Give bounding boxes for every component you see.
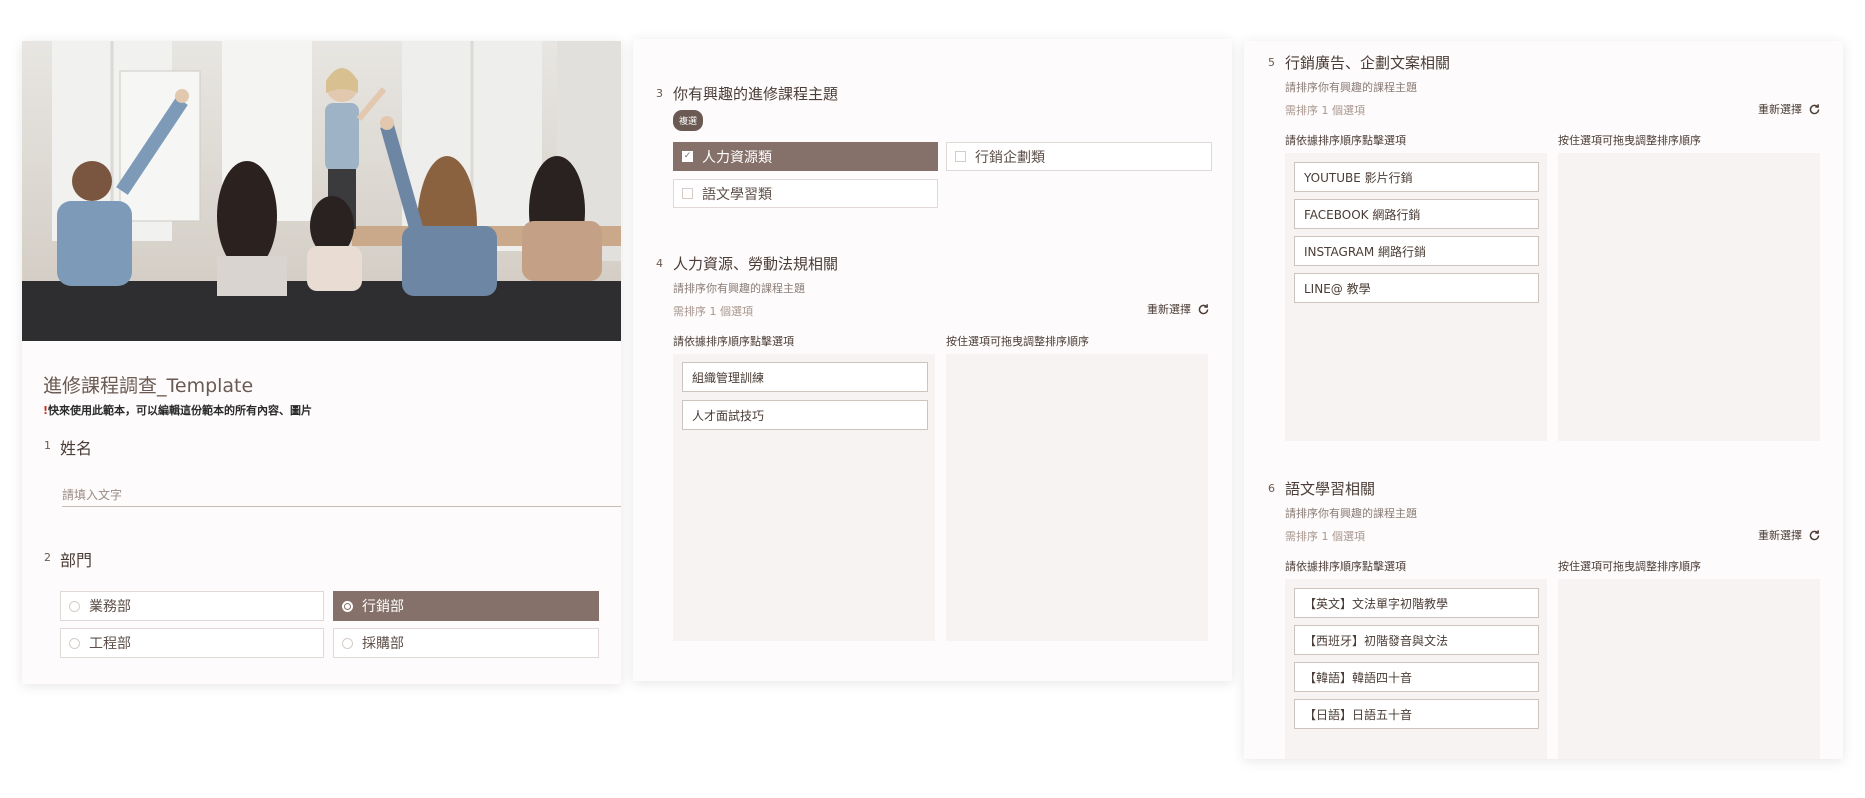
reset-button[interactable]: 重新選擇 [1758, 527, 1821, 543]
questions-card-2: 3 你有興趣的進修課程主題 複選 ✓ 人力資源類 行銷企劃類 語文學習類 4 人力… [633, 39, 1232, 681]
question-number: 6 [1268, 482, 1275, 495]
refresh-icon [1809, 529, 1820, 540]
rank-requirement-hint: 需排序 1 個選項 [673, 305, 753, 318]
radio-option-sales[interactable]: 業務部 [60, 591, 324, 621]
question-number: 1 [44, 439, 51, 452]
reset-label: 重新選擇 [1758, 529, 1802, 542]
rank-option[interactable]: 【英文】文法單字初階教學 [1294, 588, 1539, 618]
rank-option[interactable]: YOUTUBE 影片行銷 [1294, 162, 1539, 192]
radio-icon [342, 637, 353, 649]
reset-button[interactable]: 重新選擇 [1758, 101, 1821, 117]
question-number: 2 [44, 551, 51, 564]
rank-target-pool[interactable] [1558, 579, 1820, 759]
rank-option[interactable]: FACEBOOK 網路行銷 [1294, 199, 1539, 229]
form-header-card: 進修課程調查_Template !快來使用此範本，可以編輯這份範本的所有內容、圖… [22, 41, 621, 684]
rank-option[interactable]: LINE@ 教學 [1294, 273, 1539, 303]
rank-option[interactable]: 【韓語】韓語四十音 [1294, 662, 1539, 692]
refresh-icon [1809, 103, 1820, 114]
rank-source-pool [673, 354, 935, 641]
checkbox-icon [955, 151, 966, 162]
option-label: 行銷企劃類 [975, 149, 1045, 166]
radio-option-marketing[interactable]: 行銷部 [333, 591, 599, 621]
refresh-icon [1198, 303, 1209, 314]
form-title: 進修課程調查_Template [43, 375, 254, 397]
question-label-name: 姓名 [60, 439, 93, 458]
option-label: 行銷部 [362, 599, 404, 615]
rank-target-pool[interactable] [946, 354, 1208, 641]
checkbox-option-marketing[interactable]: 行銷企劃類 [946, 142, 1212, 171]
rank-target-label: 按住選項可拖曳調整排序順序 [946, 335, 1089, 348]
question-description: 請排序你有興趣的課程主題 [673, 282, 805, 295]
reset-label: 重新選擇 [1147, 303, 1191, 316]
checkbox-checked-icon: ✓ [682, 151, 693, 162]
reset-label: 重新選擇 [1758, 103, 1802, 116]
question-label-marketing: 行銷廣告、企劃文案相關 [1285, 54, 1451, 72]
radio-selected-icon [342, 600, 353, 612]
rank-requirement-hint: 需排序 1 個選項 [1285, 530, 1365, 543]
rank-target-label: 按住選項可拖曳調整排序順序 [1558, 560, 1701, 573]
reset-button[interactable]: 重新選擇 [1147, 301, 1210, 317]
rank-option[interactable]: 【日語】日語五十音 [1294, 699, 1539, 729]
radio-option-engineering[interactable]: 工程部 [60, 628, 324, 658]
checkbox-option-language[interactable]: 語文學習類 [673, 179, 938, 208]
rank-target-label: 按住選項可拖曳調整排序順序 [1558, 134, 1701, 147]
question-label-department: 部門 [60, 551, 93, 570]
question-label-language: 語文學習相關 [1285, 480, 1376, 498]
form-note-text: 快來使用此範本，可以編輯這份範本的所有內容、圖片 [48, 404, 313, 417]
rank-option[interactable]: 人才面試技巧 [682, 400, 928, 430]
question-number: 3 [656, 87, 663, 100]
option-label: 採購部 [362, 636, 404, 652]
rank-source-label: 請依據排序順序點擊選項 [1285, 134, 1406, 147]
radio-option-purchasing[interactable]: 採購部 [333, 628, 599, 658]
option-label: 工程部 [89, 636, 131, 652]
rank-option[interactable]: 組織管理訓練 [682, 362, 928, 392]
question-number: 5 [1268, 56, 1275, 69]
checkbox-icon [682, 188, 693, 199]
option-label: 語文學習類 [702, 186, 772, 203]
rank-target-pool[interactable] [1558, 153, 1820, 441]
checkbox-option-hr[interactable]: ✓ 人力資源類 [673, 142, 938, 171]
question-label-topics: 你有興趣的進修課程主題 [673, 85, 839, 103]
question-description: 請排序你有興趣的課程主題 [1285, 81, 1417, 94]
rank-source-label: 請依據排序順序點擊選項 [1285, 560, 1406, 573]
radio-icon [69, 600, 80, 612]
option-label: 業務部 [89, 599, 131, 615]
name-input[interactable] [62, 483, 621, 507]
question-label-hr: 人力資源、勞動法規相關 [673, 255, 839, 273]
questions-card-3: 5 行銷廣告、企劃文案相關 請排序你有興趣的課程主題 需排序 1 個選項 重新選… [1244, 41, 1843, 759]
rank-option[interactable]: INSTAGRAM 網路行銷 [1294, 236, 1539, 266]
rank-requirement-hint: 需排序 1 個選項 [1285, 104, 1365, 117]
option-label: 人力資源類 [702, 149, 772, 166]
multi-select-badge: 複選 [673, 110, 704, 131]
rank-option[interactable]: 【西班牙】初階發音與文法 [1294, 625, 1539, 655]
question-description: 請排序你有興趣的課程主題 [1285, 507, 1417, 520]
hero-image [22, 41, 621, 341]
radio-icon [69, 637, 80, 649]
rank-source-label: 請依據排序順序點擊選項 [673, 335, 794, 348]
question-number: 4 [656, 257, 663, 270]
form-note: !快來使用此範本，可以編輯這份範本的所有內容、圖片 [43, 402, 312, 418]
